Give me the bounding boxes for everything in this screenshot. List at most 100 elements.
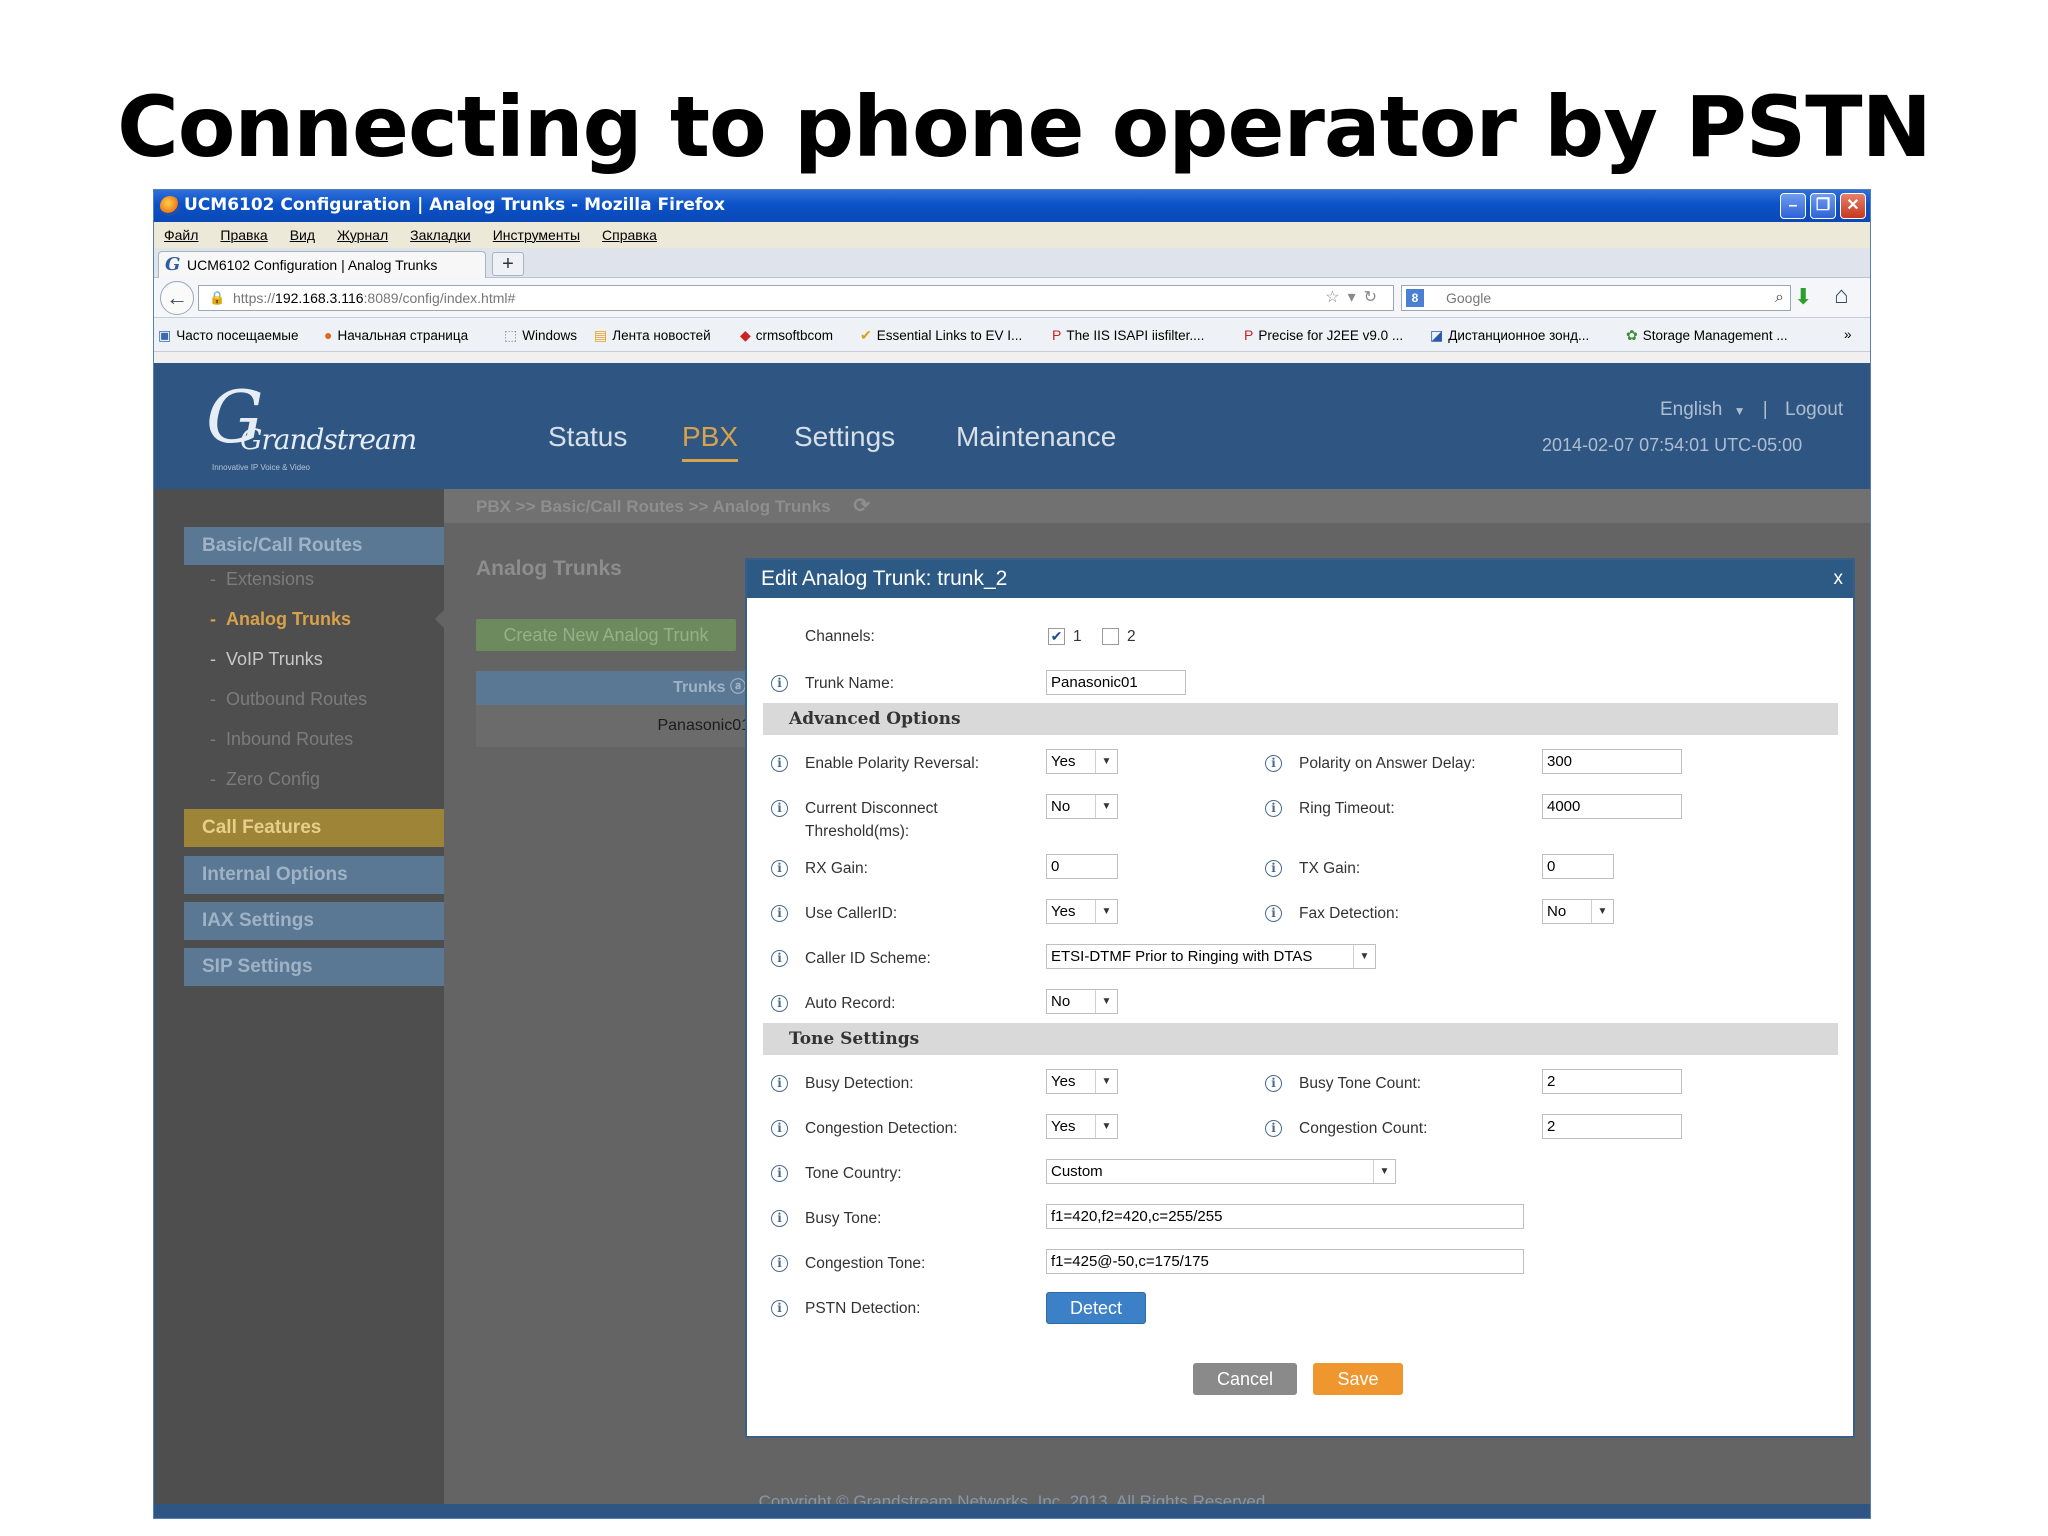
enable-polarity-reversal-select[interactable]: Yes ▼ — [1046, 749, 1118, 774]
bookmark-item[interactable]: ▣ Часто посещаемые — [158, 318, 298, 353]
language-selector[interactable]: English ▼ | Logout — [1660, 399, 1843, 421]
ring-timeout-input[interactable]: 4000 — [1542, 794, 1682, 819]
busy-detection-select[interactable]: Yes ▼ — [1046, 1069, 1118, 1094]
minimize-icon[interactable]: – — [1780, 193, 1806, 219]
search-icon[interactable]: ⌕ — [1775, 286, 1784, 310]
current-disconnect-select[interactable]: No ▼ — [1046, 794, 1118, 819]
sidebar-sip-settings[interactable]: SIP Settings — [184, 948, 444, 986]
menu-edit[interactable]: Правка — [220, 222, 267, 248]
url-bar[interactable]: 🔒 https://192.168.3.116:8089/config/inde… — [198, 285, 1394, 311]
busy-tone-count-input[interactable]: 2 — [1542, 1069, 1682, 1094]
nav-maintenance[interactable]: Maintenance — [956, 421, 1116, 453]
nav-pbx[interactable]: PBX — [682, 421, 739, 462]
menu-file[interactable]: Файл — [164, 222, 198, 248]
save-button[interactable]: Save — [1313, 1363, 1403, 1395]
sidebar-item-outbound-routes[interactable]: - Outbound Routes — [210, 689, 367, 710]
congestion-tone-input[interactable]: f1=425@-50,c=175/175 — [1046, 1249, 1524, 1274]
info-icon[interactable]: i — [771, 1165, 788, 1182]
info-icon[interactable]: i — [1265, 755, 1282, 772]
nav-settings[interactable]: Settings — [794, 421, 895, 453]
browser-tab-label: UCM6102 Configuration | Analog Trunks — [187, 257, 438, 273]
search-bar[interactable]: 8 Google ⌕ — [1401, 285, 1791, 311]
info-icon[interactable]: i — [771, 800, 788, 817]
menu-tools[interactable]: Инструменты — [493, 222, 580, 248]
sidebar-item-voip-trunks[interactable]: - VoIP Trunks — [210, 649, 323, 670]
refresh-icon[interactable]: ⟳ — [853, 489, 870, 523]
nav-status[interactable]: Status — [548, 421, 627, 453]
info-icon[interactable]: i — [1265, 1120, 1282, 1137]
fax-detection-select[interactable]: No ▼ — [1542, 899, 1614, 924]
detect-button[interactable]: Detect — [1046, 1292, 1146, 1324]
dialog-close-icon[interactable]: x — [1834, 560, 1844, 598]
bookmark-item[interactable]: ✔ Essential Links to EV I... — [860, 318, 1022, 353]
sidebar-item-zero-config[interactable]: - Zero Config — [210, 769, 320, 790]
sidebar-item-analog-trunks[interactable]: - Analog Trunks — [210, 609, 351, 630]
info-icon[interactable]: i — [771, 1255, 788, 1272]
bookmarks-overflow-icon[interactable]: » — [1844, 318, 1852, 352]
busy-tone-input[interactable]: f1=420,f2=420,c=255/255 — [1046, 1204, 1524, 1229]
info-icon[interactable]: i — [771, 860, 788, 877]
logout-link[interactable]: Logout — [1785, 399, 1843, 420]
table-header-trunks[interactable]: Trunks ⓐ — [476, 671, 750, 705]
home-icon[interactable]: ⌂ — [1834, 282, 1849, 310]
info-icon[interactable]: i — [771, 995, 788, 1012]
info-icon[interactable]: i — [771, 1210, 788, 1227]
menu-history[interactable]: Журнал — [337, 222, 388, 248]
congestion-count-label: Congestion Count: — [1299, 1120, 1428, 1137]
sidebar-iax-settings[interactable]: IAX Settings — [184, 902, 444, 940]
bookmark-item[interactable]: ⬚ Windows — [504, 318, 577, 353]
sidebar-internal-options[interactable]: Internal Options — [184, 856, 444, 894]
info-icon[interactable]: i — [771, 755, 788, 772]
star-reload-icon[interactable]: ☆▾↻ — [1325, 286, 1385, 310]
bookmark-item[interactable]: ● Начальная страница — [324, 318, 468, 353]
bookmark-item[interactable]: ◪ Дистанционное зонд... — [1430, 318, 1589, 353]
browser-tab[interactable]: G UCM6102 Configuration | Analog Trunks — [158, 251, 486, 278]
trunk-name-input[interactable]: Panasonic01 — [1046, 670, 1186, 695]
create-analog-trunk-button[interactable]: Create New Analog Trunk — [476, 619, 736, 651]
rx-gain-input[interactable]: 0 — [1046, 854, 1118, 879]
close-icon[interactable]: ✕ — [1840, 193, 1866, 219]
tone-country-select[interactable]: Custom ▼ — [1046, 1159, 1396, 1184]
cancel-button[interactable]: Cancel — [1193, 1363, 1297, 1395]
restore-icon[interactable]: ❐ — [1810, 193, 1836, 219]
congestion-tone-label: Congestion Tone: — [805, 1255, 926, 1272]
info-icon[interactable]: i — [1265, 1075, 1282, 1092]
sidebar-item-inbound-routes[interactable]: - Inbound Routes — [210, 729, 353, 750]
slide-title: Connecting to phone operator by PSTN — [117, 78, 1932, 176]
menu-view[interactable]: Вид — [290, 222, 315, 248]
sidebar-basic-call-routes[interactable]: Basic/Call Routes — [184, 527, 444, 565]
auto-record-select[interactable]: No ▼ — [1046, 989, 1118, 1014]
info-icon[interactable]: i — [771, 1075, 788, 1092]
bookmark-item[interactable]: ◆ crmsoftbcom — [740, 318, 833, 353]
callerid-scheme-select[interactable]: ETSI-DTMF Prior to Ringing with DTAS ▼ — [1046, 944, 1376, 969]
channel-2-checkbox[interactable] — [1102, 628, 1119, 645]
download-icon[interactable]: ⬇ — [1794, 284, 1812, 310]
sidebar-call-features[interactable]: Call Features — [184, 809, 444, 847]
chevron-down-icon: ▼ — [1095, 795, 1117, 818]
menu-bookmarks[interactable]: Закладки — [410, 222, 471, 248]
bookmark-item[interactable]: ▤ Лента новостей — [594, 318, 711, 353]
info-icon[interactable]: i — [771, 1120, 788, 1137]
info-icon[interactable]: i — [771, 905, 788, 922]
info-icon[interactable]: i — [771, 675, 788, 692]
callerid-scheme-label: Caller ID Scheme: — [805, 950, 931, 967]
channel-1-checkbox[interactable]: ✔ — [1048, 628, 1065, 645]
sidebar-item-extensions[interactable]: - Extensions — [210, 569, 314, 590]
info-icon[interactable]: i — [771, 950, 788, 967]
new-tab-button[interactable]: + — [492, 252, 524, 276]
polarity-answer-delay-input[interactable]: 300 — [1542, 749, 1682, 774]
congestion-count-input[interactable]: 2 — [1542, 1114, 1682, 1139]
bookmark-item[interactable]: P Precise for J2EE v9.0 ... — [1244, 318, 1403, 353]
table-row[interactable]: Panasonic01 — [476, 705, 750, 747]
info-icon[interactable]: i — [1265, 860, 1282, 877]
bookmark-item[interactable]: P The IIS ISAPI iisfilter.... — [1052, 318, 1204, 353]
info-icon[interactable]: i — [1265, 800, 1282, 817]
back-button[interactable]: ← — [160, 281, 194, 315]
info-icon[interactable]: i — [1265, 905, 1282, 922]
use-callerid-select[interactable]: Yes ▼ — [1046, 899, 1118, 924]
info-icon[interactable]: i — [771, 1300, 788, 1317]
menu-help[interactable]: Справка — [602, 222, 657, 248]
tx-gain-input[interactable]: 0 — [1542, 854, 1614, 879]
bookmark-item[interactable]: ✿ Storage Management ... — [1626, 318, 1788, 353]
congestion-detection-select[interactable]: Yes ▼ — [1046, 1114, 1118, 1139]
